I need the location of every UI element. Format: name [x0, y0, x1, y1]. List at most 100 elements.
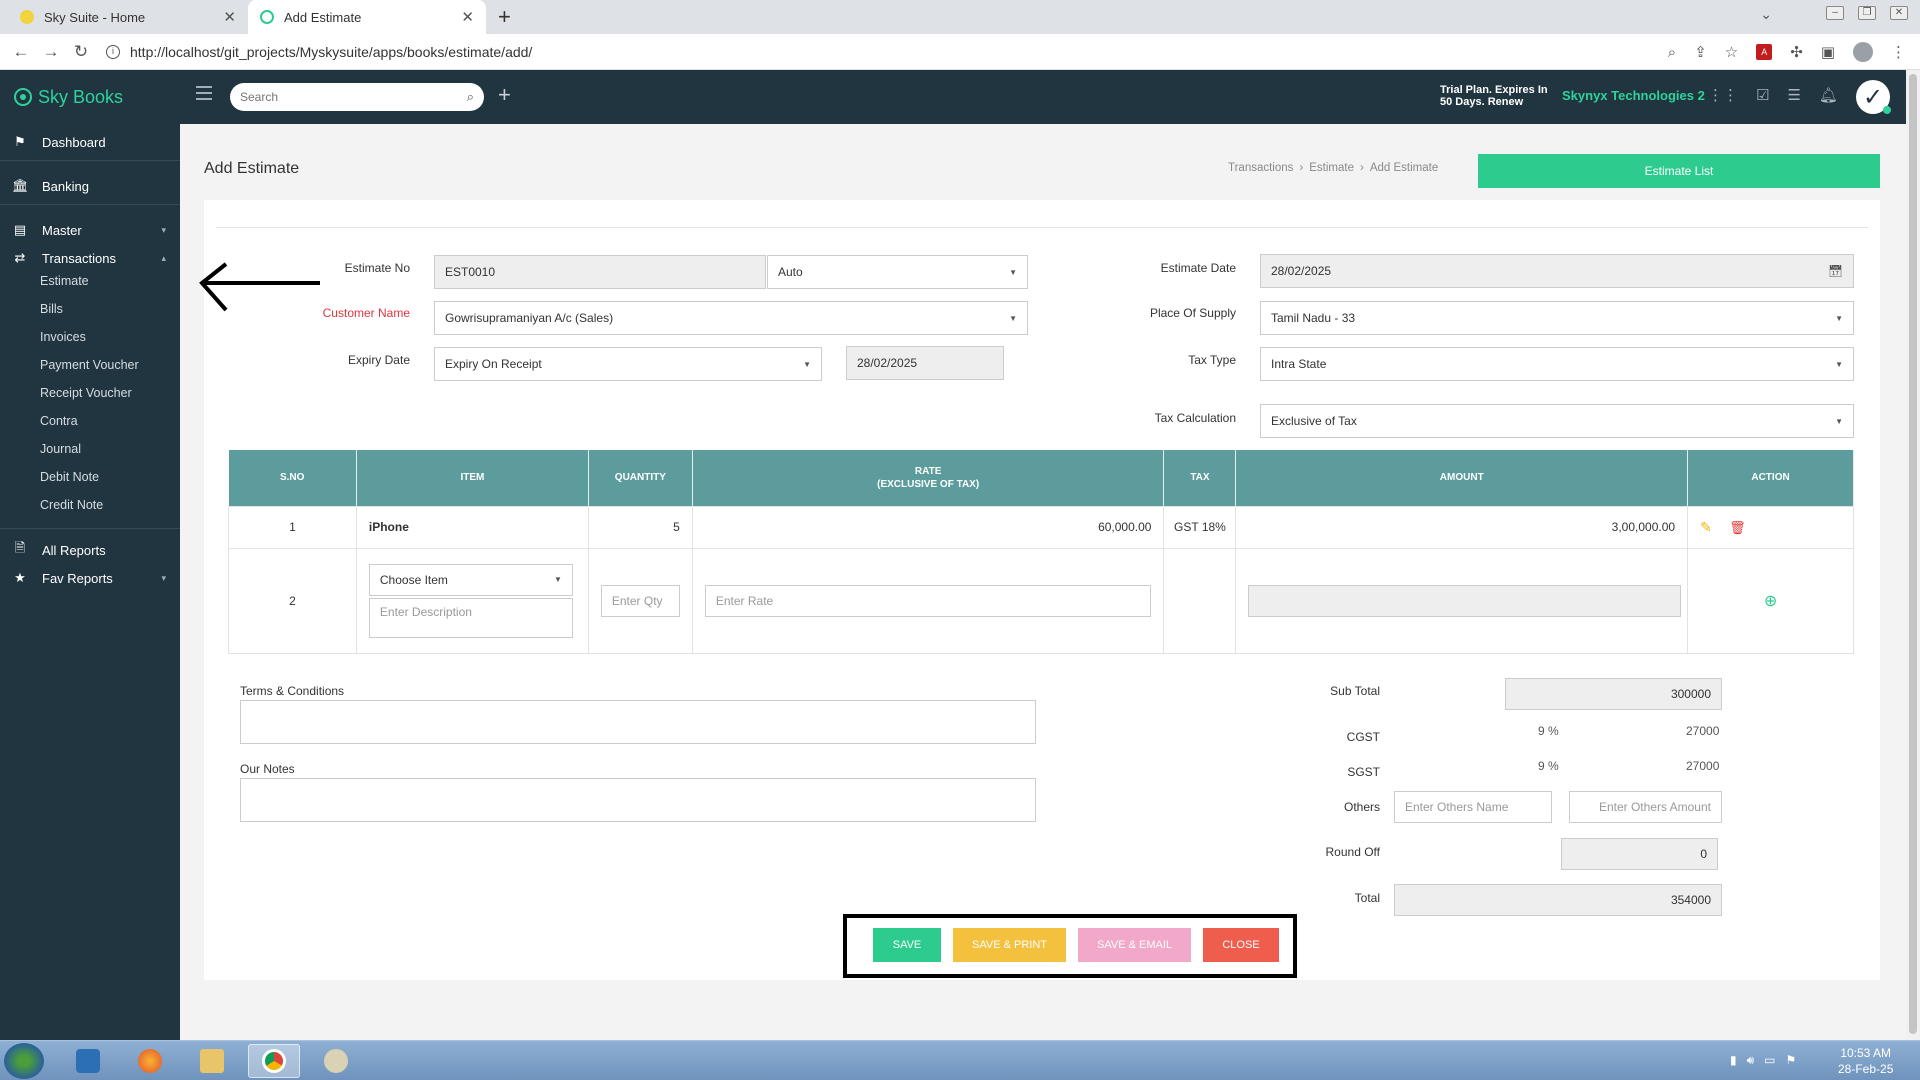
estimate-date-field[interactable]: 28/02/2025 📅︎	[1260, 254, 1854, 288]
sidebar-subitem-journal[interactable]: Journal	[40, 442, 81, 456]
close-button[interactable]: CLOSE	[1203, 928, 1279, 962]
place-of-supply-label: Place Of Supply	[1149, 306, 1236, 320]
sidebar-subitem-credit-note[interactable]: Credit Note	[40, 498, 103, 512]
taskbar-app-files[interactable]	[186, 1044, 238, 1078]
quick-add-icon[interactable]: +	[498, 82, 511, 108]
col-item: ITEM	[356, 450, 589, 506]
page-scrollbar[interactable]	[1906, 70, 1920, 1040]
delete-trash-icon[interactable]: 🗑︎	[1729, 520, 1746, 535]
save-and-email-button[interactable]: SAVE & EMAIL	[1078, 928, 1191, 962]
expiry-mode-select[interactable]: Expiry On Receipt ▼	[434, 347, 822, 381]
table-row-new: 2 Choose Item ▼ Enter Description Enter …	[228, 547, 1854, 654]
taskbar-app-firefox[interactable]	[124, 1044, 176, 1078]
estimate-no-mode-select[interactable]: Auto ▼	[767, 255, 1028, 289]
add-row-plus-icon[interactable]: ⊕	[1764, 593, 1777, 610]
share-icon[interactable]: ⇪	[1694, 43, 1707, 61]
tray-display-icon[interactable]: ▭	[1764, 1053, 1775, 1068]
brand-logo[interactable]: Sky Books	[14, 70, 123, 124]
sidebar-subitem-contra[interactable]: Contra	[40, 414, 78, 428]
search-bar[interactable]: ⌕	[230, 83, 484, 111]
calendar-icon[interactable]: 📅︎	[1828, 264, 1843, 278]
save-button[interactable]: SAVE	[873, 928, 941, 962]
tax-type-select[interactable]: Intra State ▼	[1260, 347, 1854, 381]
notes-textarea[interactable]	[240, 778, 1036, 822]
search-icon[interactable]: ⌕	[467, 89, 474, 105]
sidebar-item-dashboard[interactable]: ⚑ Dashboard	[0, 128, 180, 156]
reload-icon[interactable]: ↻	[66, 42, 96, 62]
table-row: 1 iPhone 5 60,000.00 GST 18% 3,00,000.00…	[228, 505, 1854, 549]
terms-textarea[interactable]	[240, 700, 1036, 744]
list-icon[interactable]: ☰	[1787, 86, 1800, 104]
sidebar-item-master[interactable]: ▤ Master ▾	[0, 216, 180, 244]
tab-search-chevron-icon[interactable]: ⌄	[1760, 6, 1772, 23]
user-avatar[interactable]: ✓	[1856, 80, 1891, 114]
online-status-icon	[1883, 106, 1891, 114]
back-icon[interactable]: ←	[6, 42, 36, 62]
rate-input[interactable]: Enter Rate	[704, 584, 1152, 617]
sidebar-subitem-invoices[interactable]: Invoices	[40, 330, 86, 344]
tasks-check-icon[interactable]: ☑	[1756, 86, 1769, 104]
sidebar-item-all-reports[interactable]: 🗎︎ All Reports	[0, 536, 180, 564]
description-textarea[interactable]: Enter Description	[368, 597, 573, 638]
notification-bell-icon[interactable]: 🔔︎	[1819, 86, 1838, 104]
extensions-puzzle-icon[interactable]: ✣	[1790, 43, 1803, 61]
sidebar-item-transactions[interactable]: ⇄ Transactions ▴	[0, 244, 180, 272]
edit-icon[interactable]: ✎	[1700, 519, 1712, 535]
side-panel-icon[interactable]: ▣	[1821, 43, 1835, 61]
taskbar-app-paint[interactable]	[310, 1044, 362, 1078]
tray-flag-icon[interactable]: ⚑	[1786, 1053, 1797, 1068]
sidebar-subitem-bills[interactable]: Bills	[40, 302, 63, 316]
round-off-field[interactable]: 0	[1561, 838, 1718, 870]
browser-tab-bar: Sky Suite - Home ✕ Add Estimate ✕ + ⌄ – …	[0, 0, 1920, 34]
minimize-icon[interactable]: –	[1826, 6, 1844, 20]
tray-network-icon[interactable]: ▮	[1730, 1053, 1737, 1068]
sidebar-subitem-payment-voucher[interactable]: Payment Voucher	[40, 358, 139, 372]
profile-icon[interactable]	[1853, 42, 1873, 62]
window-close-icon[interactable]: ✕	[1890, 6, 1908, 20]
customer-name-select[interactable]: Gowrisupramaniyan A/c (Sales) ▼	[434, 301, 1028, 335]
tax-calculation-select[interactable]: Exclusive of Tax ▼	[1260, 404, 1854, 438]
close-tab-icon[interactable]: ✕	[461, 8, 474, 26]
scrollbar-thumb[interactable]	[1909, 74, 1917, 1034]
breadcrumb-transactions[interactable]: Transactions	[1228, 162, 1293, 174]
browser-tab-add-estimate[interactable]: Add Estimate ✕	[248, 0, 486, 34]
sidebar-item-banking[interactable]: 🏛︎ Banking	[0, 172, 180, 200]
trial-plan-notice[interactable]: Trial Plan. Expires In 50 Days. Renew	[1440, 84, 1548, 108]
bookmark-star-icon[interactable]: ☆	[1725, 43, 1738, 61]
taskbar-clock[interactable]: 10:53 AM 28-Feb-25	[1838, 1045, 1893, 1077]
pdf-extension-icon[interactable]: A	[1756, 44, 1773, 60]
star-icon: ★	[14, 570, 26, 585]
restore-icon[interactable]: ❐	[1858, 6, 1876, 20]
company-name[interactable]: Skynyx Technologies 2	[1562, 88, 1705, 103]
browser-tab-home[interactable]: Sky Suite - Home ✕	[8, 0, 248, 34]
breadcrumb-estimate[interactable]: Estimate	[1309, 162, 1354, 174]
others-name-input[interactable]: Enter Others Name	[1394, 791, 1552, 823]
quantity-input[interactable]: Enter Qty	[600, 584, 680, 617]
taskbar-app-chrome[interactable]	[248, 1044, 300, 1078]
url-field[interactable]: i http://localhost/git_projects/Myskysui…	[106, 38, 532, 66]
sidebar-subitem-estimate[interactable]: Estimate	[40, 274, 89, 288]
search-input[interactable]	[240, 90, 450, 104]
windows-start-icon[interactable]	[4, 1043, 44, 1079]
expiry-date-field[interactable]: 28/02/2025	[846, 346, 1004, 380]
hamburger-menu-icon[interactable]	[196, 86, 212, 100]
choose-item-select[interactable]: Choose Item ▼	[368, 563, 573, 596]
close-tab-icon[interactable]: ✕	[223, 8, 236, 26]
save-and-print-button[interactable]: SAVE & PRINT	[953, 928, 1066, 962]
new-tab-icon[interactable]: +	[498, 4, 511, 30]
apps-grid-icon[interactable]: ⋮⋮	[1708, 86, 1738, 104]
zoom-icon[interactable]: ⌕	[1668, 44, 1676, 61]
sidebar-subitem-debit-note[interactable]: Debit Note	[40, 470, 99, 484]
browser-menu-icon[interactable]: ⋮	[1891, 43, 1906, 61]
estimate-list-button[interactable]: Estimate List	[1478, 154, 1880, 188]
place-of-supply-select[interactable]: Tamil Nadu - 33 ▼	[1260, 301, 1854, 335]
folder-icon	[200, 1049, 224, 1073]
forward-icon[interactable]: →	[36, 42, 66, 62]
sidebar-item-fav-reports[interactable]: ★ Fav Reports ▾	[0, 564, 180, 592]
sidebar-subitem-receipt-voucher[interactable]: Receipt Voucher	[40, 386, 132, 400]
estimate-no-field[interactable]: EST0010	[434, 255, 766, 289]
others-amount-input[interactable]: Enter Others Amount	[1569, 791, 1722, 823]
site-info-icon[interactable]: i	[106, 44, 120, 59]
tray-volume-icon[interactable]: 🔊︎	[1747, 1053, 1755, 1068]
taskbar-app-explorer[interactable]	[62, 1044, 114, 1078]
